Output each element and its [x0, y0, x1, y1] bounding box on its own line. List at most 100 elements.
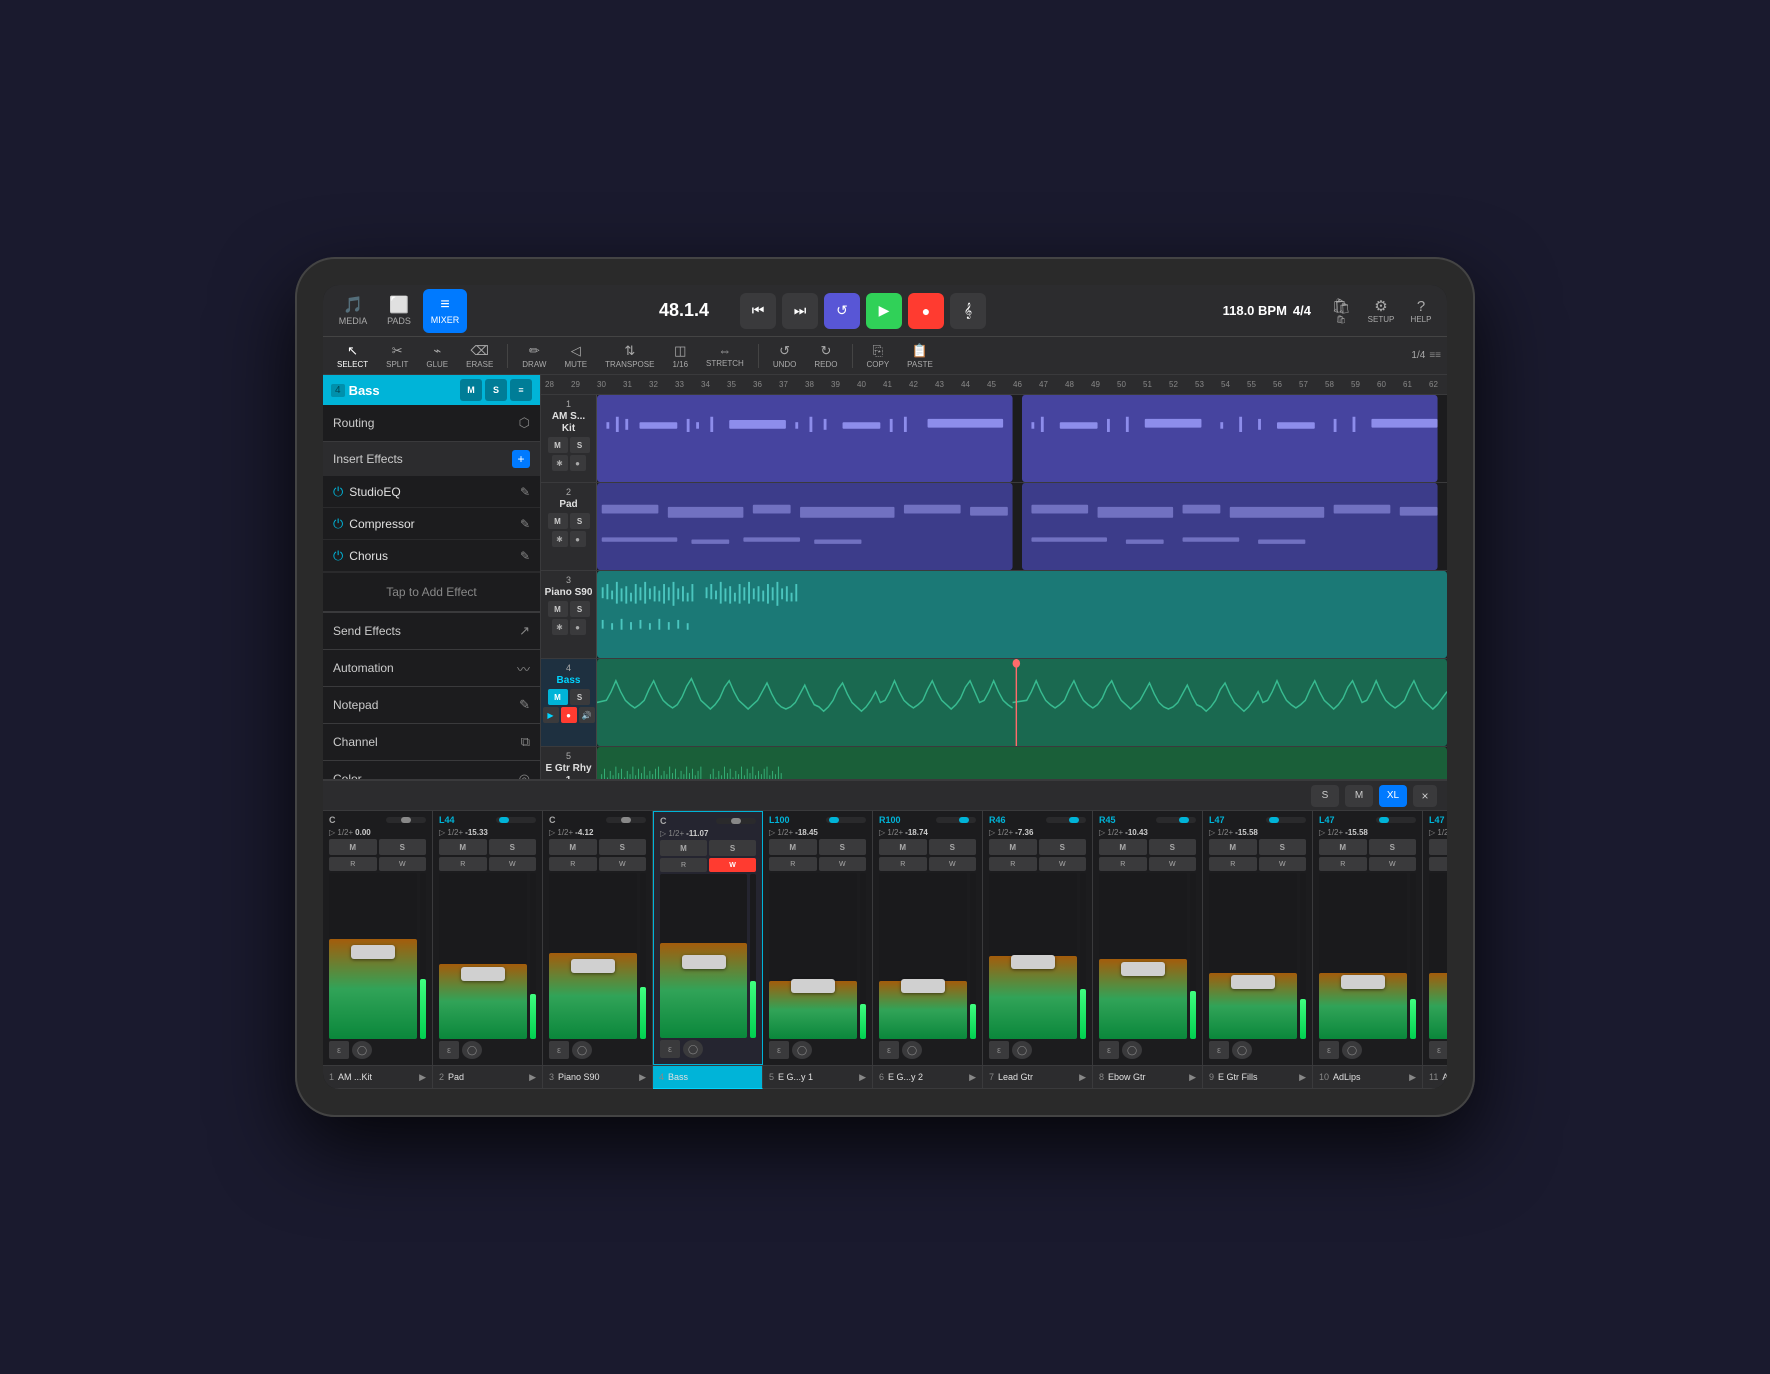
- ch-1-write[interactable]: W: [379, 857, 427, 871]
- studioeq-edit[interactable]: ✎: [520, 485, 530, 499]
- ch-7-write[interactable]: W: [1039, 857, 1087, 871]
- pan-slider-5[interactable]: [826, 817, 866, 823]
- ch-2-solo[interactable]: S: [489, 839, 537, 855]
- pan-slider-6[interactable]: [936, 817, 976, 823]
- ch-11-read[interactable]: R: [1429, 857, 1447, 871]
- fader-4[interactable]: [682, 955, 726, 969]
- glue-tool[interactable]: ⌁ GLUE: [418, 341, 456, 371]
- ch-8-eq[interactable]: ε: [1099, 1041, 1119, 1059]
- ch-5-eq[interactable]: ε: [769, 1041, 789, 1059]
- ch-5-read[interactable]: R: [769, 857, 817, 871]
- ch-6-read[interactable]: R: [879, 857, 927, 871]
- notepad-row[interactable]: Notepad ✎: [323, 687, 540, 723]
- pan-slider-4[interactable]: [716, 818, 756, 824]
- shop-btn[interactable]: 🛍 🛍: [1323, 293, 1359, 329]
- mixer-size-s[interactable]: S: [1311, 785, 1339, 807]
- automation-row[interactable]: Automation 〰: [323, 650, 540, 686]
- fast-forward-btn[interactable]: ⏭: [782, 293, 818, 329]
- track2-mute[interactable]: M: [548, 513, 568, 529]
- track3-mute[interactable]: M: [548, 601, 568, 617]
- channel-row[interactable]: Channel ⧉: [323, 724, 540, 760]
- insert-effects-header[interactable]: Insert Effects +: [323, 442, 540, 476]
- ch-1-solo[interactable]: S: [379, 839, 427, 855]
- ch-3-volume-knob[interactable]: ◯: [572, 1041, 592, 1059]
- ch-5-mute[interactable]: M: [769, 839, 817, 855]
- track1-mute[interactable]: M: [548, 437, 568, 453]
- track3-icon2[interactable]: ●: [570, 619, 586, 635]
- metronome-btn[interactable]: 𝄞: [950, 293, 986, 329]
- color-row[interactable]: Color ◎: [323, 761, 540, 779]
- fader-8[interactable]: [1121, 962, 1165, 976]
- help-btn[interactable]: ? HELP: [1403, 293, 1439, 329]
- ch-5-solo[interactable]: S: [819, 839, 867, 855]
- ch-9-mute[interactable]: M: [1209, 839, 1257, 855]
- ch-10-mute[interactable]: M: [1319, 839, 1367, 855]
- ch-9-solo[interactable]: S: [1259, 839, 1307, 855]
- fader-9[interactable]: [1231, 975, 1275, 989]
- ch-11-eq[interactable]: ε: [1429, 1041, 1447, 1059]
- mixer-size-xl[interactable]: XL: [1379, 785, 1407, 807]
- nav-mixer[interactable]: ≡ MIXER: [423, 289, 467, 333]
- pan-slider-2[interactable]: [496, 817, 536, 823]
- ch-7-mute[interactable]: M: [989, 839, 1037, 855]
- track3-solo[interactable]: S: [570, 601, 590, 617]
- transpose-tool[interactable]: ⇅ TRANSPOSE: [597, 341, 662, 371]
- compressor-power[interactable]: ⏻: [333, 516, 343, 532]
- ch-8-volume-knob[interactable]: ◯: [1122, 1041, 1142, 1059]
- ch-2-mute[interactable]: M: [439, 839, 487, 855]
- ch-4-write[interactable]: W: [709, 858, 756, 872]
- ch-4-read[interactable]: R: [660, 858, 707, 872]
- track-mute-btn[interactable]: M: [460, 379, 482, 401]
- ch-4-mute[interactable]: M: [660, 840, 707, 856]
- undo-tool[interactable]: ↺ UNDO: [765, 341, 805, 371]
- ch-9-write[interactable]: W: [1259, 857, 1307, 871]
- ch-10-eq[interactable]: ε: [1319, 1041, 1339, 1059]
- track2-clip[interactable]: [597, 483, 1447, 570]
- chorus-edit[interactable]: ✎: [520, 549, 530, 563]
- ch-8-write[interactable]: W: [1149, 857, 1197, 871]
- paste-tool[interactable]: 📋 PASTE: [899, 341, 941, 371]
- track2-icon1[interactable]: ✱: [552, 531, 568, 547]
- ch-5-volume-knob[interactable]: ◯: [792, 1041, 812, 1059]
- tracks-scroll[interactable]: 1 AM S... Kit M S ✱ ●: [541, 395, 1447, 779]
- ch-4-solo[interactable]: S: [709, 840, 756, 856]
- ch-4-eq[interactable]: ε: [660, 1040, 680, 1058]
- track4-mute[interactable]: M: [548, 689, 568, 705]
- track1-icon1[interactable]: ✱: [552, 455, 568, 471]
- ch-1-read[interactable]: R: [329, 857, 377, 871]
- studioeq-power[interactable]: ⏻: [333, 484, 343, 500]
- ch-2-write[interactable]: W: [489, 857, 537, 871]
- track1-icon2[interactable]: ●: [570, 455, 586, 471]
- ch-11-mute[interactable]: M: [1429, 839, 1447, 855]
- pan-slider-3[interactable]: [606, 817, 646, 823]
- track-menu-btn[interactable]: ≡: [510, 379, 532, 401]
- ch-1-eq[interactable]: ε: [329, 1041, 349, 1059]
- pan-slider-8[interactable]: [1156, 817, 1196, 823]
- erase-tool[interactable]: ⌫ ERASE: [458, 341, 501, 371]
- select-tool[interactable]: ↖ SELECT: [329, 341, 376, 371]
- ch-10-solo[interactable]: S: [1369, 839, 1417, 855]
- ch-6-mute[interactable]: M: [879, 839, 927, 855]
- ch-9-eq[interactable]: ε: [1209, 1041, 1229, 1059]
- track-solo-btn[interactable]: S: [485, 379, 507, 401]
- ch-7-solo[interactable]: S: [1039, 839, 1087, 855]
- ch-6-volume-knob[interactable]: ◯: [902, 1041, 922, 1059]
- ch-10-write[interactable]: W: [1369, 857, 1417, 871]
- track4-clip[interactable]: [597, 659, 1447, 746]
- ch-10-volume-knob[interactable]: ◯: [1342, 1041, 1362, 1059]
- quantize-tool[interactable]: ◫ 1/16: [664, 341, 696, 371]
- pan-slider-1[interactable]: [386, 817, 426, 823]
- mute-tool[interactable]: ◁ MUTE: [556, 341, 595, 371]
- track4-solo[interactable]: S: [570, 689, 590, 705]
- routing-row[interactable]: Routing ⬡: [323, 405, 540, 441]
- ch-8-read[interactable]: R: [1099, 857, 1147, 871]
- track5-clip[interactable]: [597, 747, 1447, 779]
- insert-add-button[interactable]: +: [512, 450, 530, 468]
- ch-2-read[interactable]: R: [439, 857, 487, 871]
- ch-4-volume-knob[interactable]: ◯: [683, 1040, 703, 1058]
- fader-5[interactable]: [791, 979, 835, 993]
- ch-10-read[interactable]: R: [1319, 857, 1367, 871]
- track4-rec[interactable]: ●: [561, 707, 577, 723]
- fader-6[interactable]: [901, 979, 945, 993]
- ch-6-solo[interactable]: S: [929, 839, 977, 855]
